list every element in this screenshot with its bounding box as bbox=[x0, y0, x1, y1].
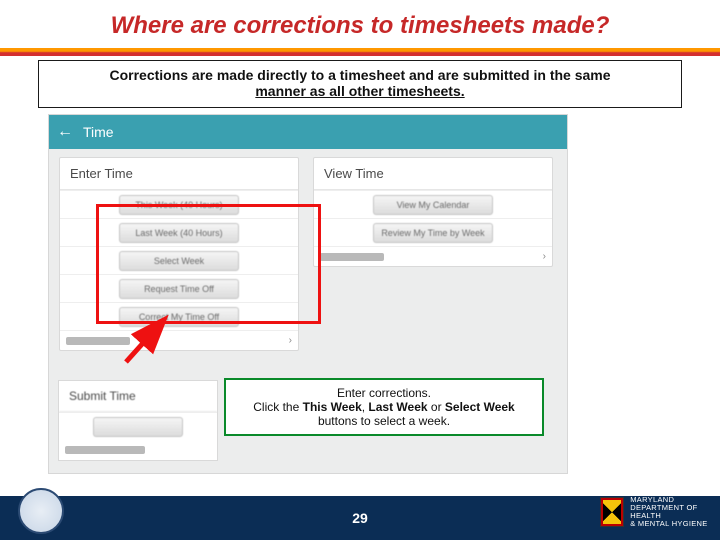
last-week-button[interactable]: Last Week (40 Hours) bbox=[119, 223, 239, 243]
state-seal-icon bbox=[18, 488, 64, 534]
back-icon[interactable]: ← bbox=[57, 123, 73, 141]
view-time-heading: View Time bbox=[314, 158, 552, 190]
select-week-button[interactable]: Select Week bbox=[119, 251, 239, 271]
slide-title: Where are corrections to timesheets made… bbox=[0, 12, 720, 40]
callout-bold: Select Week bbox=[445, 400, 515, 414]
enter-time-heading: Enter Time bbox=[60, 158, 298, 190]
subtitle-line2: manner as all other timesheets. bbox=[255, 83, 464, 99]
view-my-calendar-button[interactable]: View My Calendar bbox=[373, 195, 493, 215]
callout-text: Click the bbox=[253, 400, 302, 414]
callout-bold: This Week bbox=[303, 400, 362, 414]
page-number: 29 bbox=[352, 510, 368, 526]
maryland-flag-icon bbox=[600, 497, 624, 527]
chevron-right-icon: › bbox=[543, 251, 546, 262]
enter-time-card: Enter Time This Week (40 Hours) Last Wee… bbox=[59, 157, 299, 351]
callout-line2: Click the This Week, Last Week or Select… bbox=[236, 400, 532, 414]
progress-bar bbox=[66, 337, 130, 345]
logo-line: & MENTAL HYGIENE bbox=[630, 520, 710, 528]
callout-bold: Last Week bbox=[368, 400, 427, 414]
subtitle-box: Corrections are made directly to a times… bbox=[38, 60, 682, 108]
wd-header: ← Time bbox=[49, 115, 567, 149]
review-my-time-button[interactable]: Review My Time by Week bbox=[373, 223, 493, 243]
chevron-right-icon: › bbox=[289, 335, 292, 346]
logo-text: MARYLAND DEPARTMENT OF HEALTH & MENTAL H… bbox=[630, 496, 710, 528]
subtitle-line1: Corrections are made directly to a times… bbox=[109, 67, 610, 83]
maryland-dhmh-logo: MARYLAND DEPARTMENT OF HEALTH & MENTAL H… bbox=[600, 490, 710, 534]
wd-title: Time bbox=[83, 124, 114, 140]
callout-line1: Enter corrections. bbox=[236, 386, 532, 400]
request-time-off-button[interactable]: Request Time Off bbox=[119, 279, 239, 299]
callout-line3: buttons to select a week. bbox=[236, 414, 532, 428]
callout-text: or bbox=[428, 400, 445, 414]
progress-bar bbox=[320, 253, 384, 261]
logo-line: DEPARTMENT OF HEALTH bbox=[630, 504, 710, 520]
submit-time-heading: Submit Time bbox=[59, 381, 217, 412]
this-week-button[interactable]: This Week (40 Hours) bbox=[119, 195, 239, 215]
progress-bar bbox=[65, 446, 145, 454]
correct-my-time-off-button[interactable]: Correct My Time Off bbox=[119, 307, 239, 327]
instruction-callout: Enter corrections. Click the This Week, … bbox=[224, 378, 544, 436]
accent-bar bbox=[0, 48, 720, 56]
submit-button[interactable] bbox=[93, 417, 183, 437]
submit-time-card: Submit Time bbox=[58, 380, 218, 461]
view-time-card: View Time View My Calendar Review My Tim… bbox=[313, 157, 553, 267]
